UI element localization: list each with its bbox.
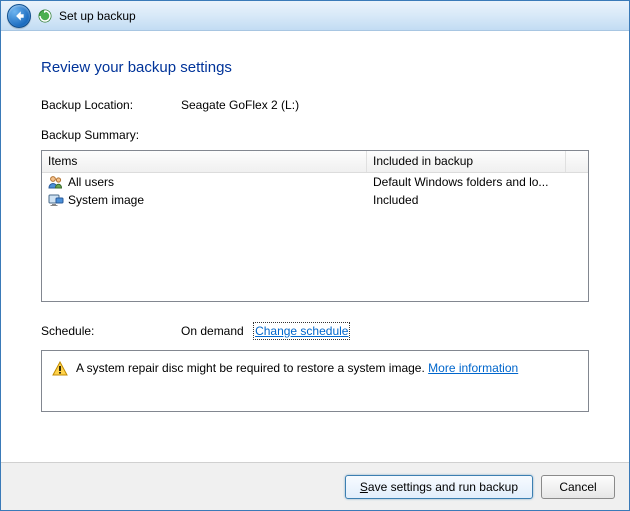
titlebar: Set up backup: [1, 1, 629, 31]
system-image-icon: [48, 192, 64, 208]
back-button[interactable]: [7, 4, 31, 28]
table-row[interactable]: All users Default Windows folders and lo…: [42, 173, 588, 191]
table-header: Items Included in backup: [42, 151, 588, 173]
content-area: Review your backup settings Backup Locat…: [1, 31, 629, 462]
column-included[interactable]: Included in backup: [367, 151, 566, 172]
backup-location-row: Backup Location: Seagate GoFlex 2 (L:): [41, 98, 589, 112]
window-title: Set up backup: [59, 9, 136, 23]
users-icon: [48, 174, 64, 190]
save-and-run-button[interactable]: Save settings and run backup: [345, 475, 533, 499]
backup-icon: [37, 8, 53, 24]
column-items[interactable]: Items: [42, 151, 367, 172]
row-item-label: System image: [68, 193, 144, 207]
column-spacer: [566, 151, 588, 172]
arrow-left-icon: [12, 9, 26, 23]
row-item-label: All users: [68, 175, 114, 189]
schedule-label: Schedule:: [41, 324, 181, 338]
change-schedule-link[interactable]: Change schedule: [255, 324, 348, 338]
warning-icon: [52, 361, 68, 377]
page-heading: Review your backup settings: [41, 59, 589, 76]
row-included-value: Default Windows folders and lo...: [367, 175, 588, 189]
footer: Save settings and run backup Cancel: [1, 462, 629, 510]
schedule-row: Schedule: On demand Change schedule: [41, 324, 589, 338]
table-row[interactable]: System image Included: [42, 191, 588, 209]
wizard-window: Set up backup Review your backup setting…: [0, 0, 630, 511]
summary-table: Items Included in backup All users Defau…: [41, 150, 589, 302]
notice-text: A system repair disc might be required t…: [76, 361, 518, 375]
table-body: All users Default Windows folders and lo…: [42, 173, 588, 209]
backup-location-value: Seagate GoFlex 2 (L:): [181, 98, 589, 112]
backup-location-label: Backup Location:: [41, 98, 181, 112]
schedule-value: On demand: [181, 324, 244, 338]
backup-summary-label: Backup Summary:: [41, 128, 589, 142]
more-information-link[interactable]: More information: [428, 361, 518, 375]
row-included-value: Included: [367, 193, 588, 207]
cancel-button[interactable]: Cancel: [541, 475, 615, 499]
repair-disc-notice: A system repair disc might be required t…: [41, 350, 589, 412]
